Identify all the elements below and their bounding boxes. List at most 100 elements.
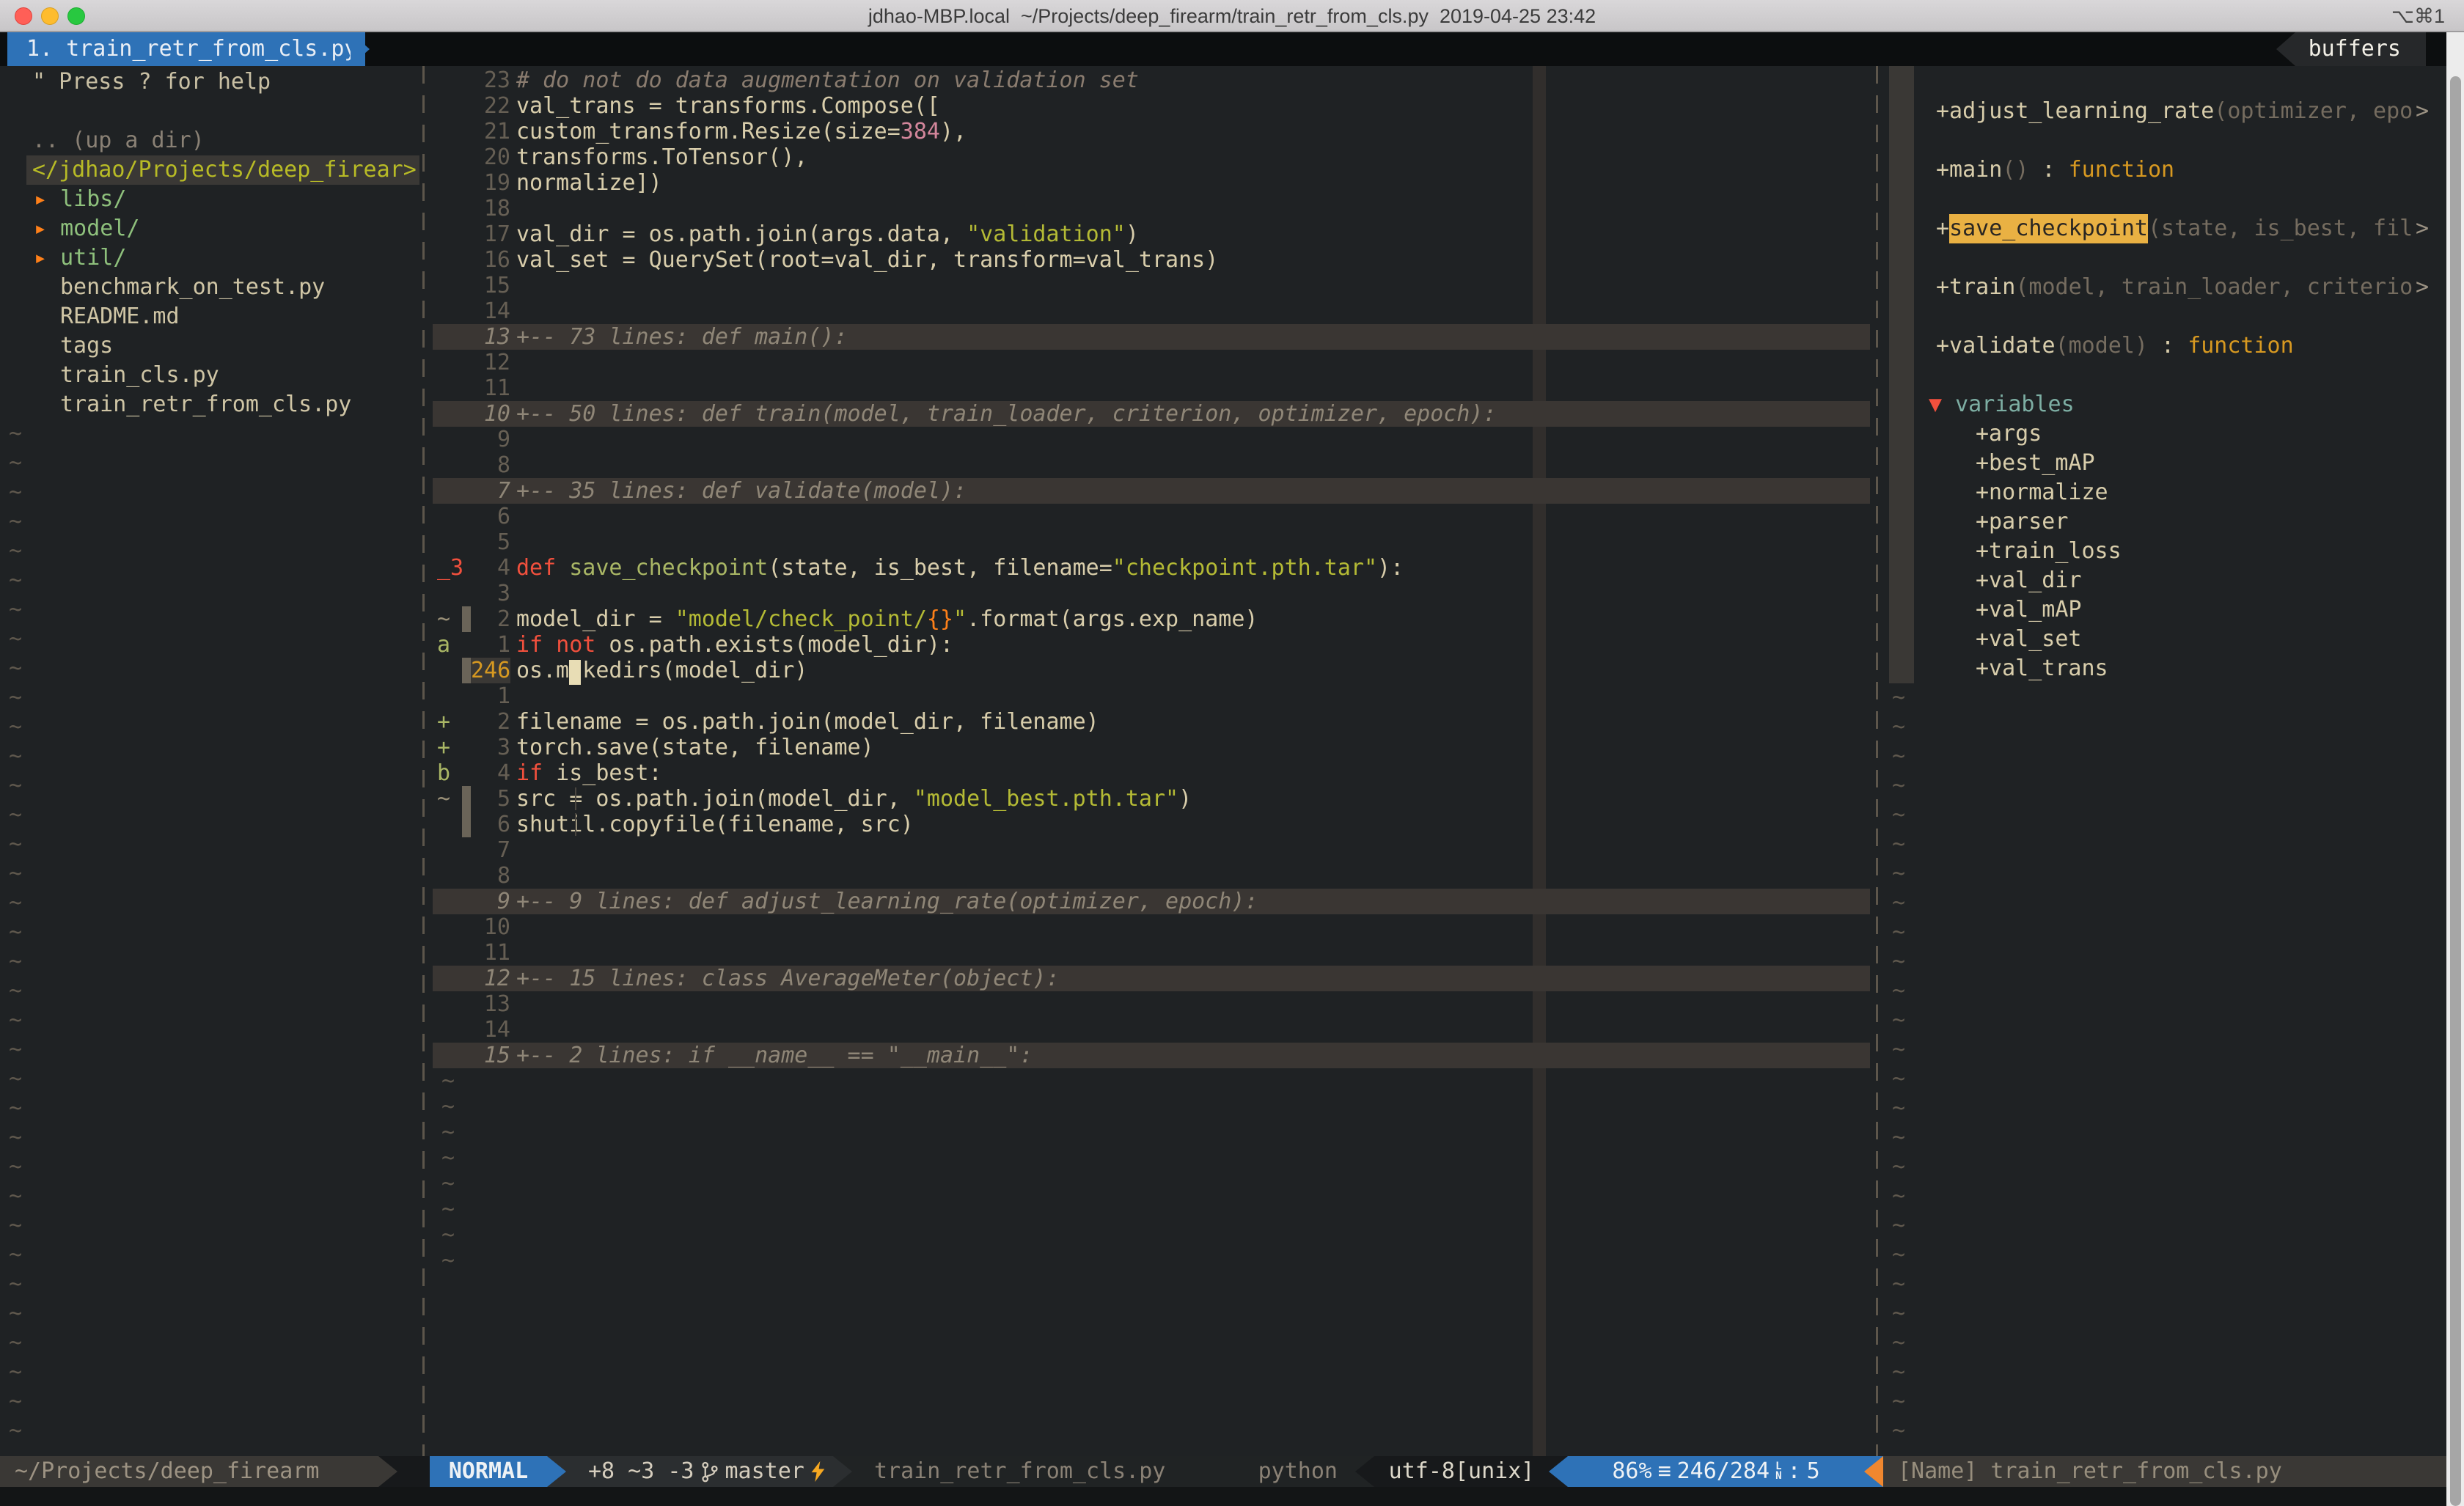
code-line[interactable]: b4 if is_best: — [433, 760, 1870, 786]
tag-item[interactable]: +adjust_learning_rate(optimizer, epo> — [1886, 97, 2464, 126]
tree-item-file[interactable]: README.md — [0, 302, 419, 331]
code-line[interactable]: 19 normalize]) — [433, 170, 1870, 196]
empty-line-tilde: ~ — [0, 1065, 419, 1094]
tree-item-file[interactable]: tags — [0, 331, 419, 361]
sign-column: a — [433, 632, 462, 658]
sign-column — [433, 93, 462, 119]
tag-item[interactable]: +val_set — [1886, 625, 2464, 654]
foldbar — [462, 760, 471, 786]
fold-line[interactable]: 7+-- 35 lines: def validate(model): — [433, 478, 1870, 504]
line-number: 10 — [471, 401, 510, 427]
line-number: 21 — [471, 119, 510, 144]
tree-up-dir[interactable]: .. (up a dir) — [0, 126, 419, 155]
code-line[interactable]: +2 filename = os.path.join(model_dir, fi… — [433, 709, 1870, 735]
code-line[interactable]: 14 — [433, 1017, 1870, 1043]
empty-line-tilde: ~ — [0, 683, 419, 713]
code-line[interactable]: 8 — [433, 452, 1870, 478]
code-line[interactable]: 21 custom_transform.Resize(size=384), — [433, 119, 1870, 144]
code-line[interactable]: +3 torch.save(state, filename) — [433, 735, 1870, 760]
foldbar — [462, 1017, 471, 1043]
tag-token: (state, is_best, fil — [2148, 214, 2413, 243]
code-line[interactable]: 6 — [433, 504, 1870, 529]
code-line[interactable]: 11 — [433, 375, 1870, 401]
code-line[interactable]: 1 — [433, 683, 1870, 709]
tag-token: (model) — [2056, 331, 2148, 361]
code-line[interactable]: 12 — [433, 350, 1870, 375]
fold-line[interactable]: 13+-- 73 lines: def main(): — [433, 324, 1870, 350]
code-token: torch.save(state, filename) — [516, 735, 874, 760]
foldbar — [462, 735, 471, 760]
code-line[interactable]: 14 — [433, 298, 1870, 324]
tab-powerline-arrow-icon — [351, 32, 370, 66]
tree-item-file[interactable]: train_cls.py — [0, 361, 419, 390]
scrollbar-thumb[interactable] — [2450, 76, 2461, 1506]
tag-item[interactable]: +main() : function — [1886, 155, 2464, 185]
tree-item-file[interactable]: train_retr_from_cls.py — [0, 390, 419, 419]
fold-text: +-- 9 lines: def adjust_learning_rate(op… — [516, 889, 1258, 914]
code-line[interactable]: a1 if not os.path.exists(model_dir): — [433, 632, 1870, 658]
empty-line-tilde: ~ — [1886, 830, 2464, 859]
tag-item[interactable]: +val_dir — [1886, 566, 2464, 595]
tree-item-dir[interactable]: ▸ model/ — [0, 214, 419, 243]
sign-column — [433, 1017, 462, 1043]
tree-root-item[interactable]: </jdhao/Projects/deep_firear> — [26, 155, 419, 185]
tag-item[interactable]: +args — [1886, 419, 2464, 449]
code-line[interactable]: 7 — [433, 837, 1870, 863]
window-separator-left[interactable] — [422, 66, 425, 1456]
code-line[interactable]: ~2 model_dir = "model/check_point/{}".fo… — [433, 606, 1870, 632]
code-line[interactable]: 8 — [433, 863, 1870, 889]
tag-kind-variables[interactable]: ▼ variables — [1886, 390, 2464, 419]
code-line[interactable]: 246 os.makedirs(model_dir) — [433, 658, 1870, 683]
window-shortcut: ⌥⌘1 — [2391, 0, 2445, 32]
fold-line[interactable]: 15+-- 2 lines: if __name__ == "__main__"… — [433, 1043, 1870, 1068]
fold-line[interactable]: 9+-- 9 lines: def adjust_learning_rate(o… — [433, 889, 1870, 914]
code-line[interactable]: _34def save_checkpoint(state, is_best, f… — [433, 555, 1870, 581]
fold-line[interactable]: 10+-- 50 lines: def train(model, train_l… — [433, 401, 1870, 427]
empty-line-tilde: ~ — [0, 1329, 419, 1358]
tag-token: +val_trans — [1976, 654, 2108, 683]
code-text — [516, 350, 1870, 375]
code-line[interactable]: 16val_set = QuerySet(root=val_dir, trans… — [433, 247, 1870, 273]
tag-item[interactable]: +save_checkpoint(state, is_best, fil> — [1886, 214, 2464, 243]
tag-item[interactable]: +train(model, train_loader, criterio> — [1886, 273, 2464, 302]
tree-item-file[interactable]: benchmark_on_test.py — [0, 273, 419, 302]
code-line[interactable]: 20 transforms.ToTensor(), — [433, 144, 1870, 170]
code-line[interactable]: 3 — [433, 581, 1870, 606]
code-line[interactable]: 22val_trans = transforms.Compose([ — [433, 93, 1870, 119]
buffers-label[interactable]: buffers — [2295, 32, 2426, 66]
code-line[interactable]: 6 shutil.copyfile(filename, src) — [433, 812, 1870, 837]
tag-item[interactable]: +val_mAP — [1886, 595, 2464, 625]
sign-column — [433, 863, 462, 889]
empty-line-tilde: ~ — [0, 1182, 419, 1211]
tag-item[interactable]: +val_trans — [1886, 654, 2464, 683]
tag-item[interactable]: +normalize — [1886, 478, 2464, 507]
tag-item[interactable]: +parser — [1886, 507, 2464, 537]
code-line[interactable]: 18 — [433, 196, 1870, 221]
tree-item-dir[interactable]: ▸ util/ — [0, 243, 419, 273]
lightning-icon — [809, 1460, 828, 1483]
tag-item[interactable]: +best_mAP — [1886, 449, 2464, 478]
code-line[interactable]: 10 — [433, 914, 1870, 940]
foldbar — [462, 427, 471, 452]
scrollbar-track[interactable] — [2446, 32, 2464, 1506]
code-line[interactable]: 15 — [433, 273, 1870, 298]
tag-item[interactable]: +train_loss — [1886, 537, 2464, 566]
code-token — [556, 555, 569, 581]
code-line[interactable]: 23# do not do data augmentation on valid… — [433, 67, 1870, 93]
tree-item-dir[interactable]: ▸ libs/ — [0, 185, 419, 214]
code-line[interactable]: 5 — [433, 529, 1870, 555]
fold-line[interactable]: 12+-- 15 lines: class AverageMeter(objec… — [433, 966, 1870, 991]
tab-train-retr-from-cls[interactable]: 1. train_retr_from_cls.py — [7, 32, 365, 66]
line-number: 6 — [471, 504, 510, 529]
code-line[interactable]: 9 — [433, 427, 1870, 452]
code-line[interactable]: 13 — [433, 991, 1870, 1017]
empty-line-tilde: ~ — [1886, 1065, 2464, 1094]
line-number: 1 — [471, 683, 510, 709]
tag-item[interactable]: +validate(model) : function — [1886, 331, 2464, 361]
code-line[interactable]: 11 — [433, 940, 1870, 966]
code-line[interactable]: ~5 src = os.path.join(model_dir, "model_… — [433, 786, 1870, 812]
line-number: 10 — [471, 914, 510, 940]
line-number: 1 — [471, 632, 510, 658]
window-separator-right[interactable] — [1876, 66, 1878, 1456]
code-line[interactable]: 17val_dir = os.path.join(args.data, "val… — [433, 221, 1870, 247]
